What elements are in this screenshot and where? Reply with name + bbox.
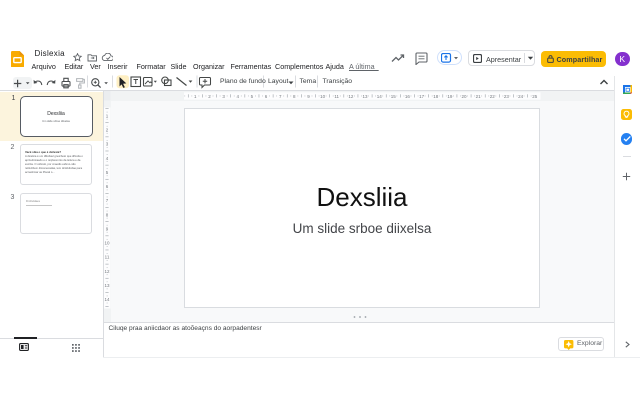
svg-text:23: 23 [504, 94, 510, 99]
svg-text:14: 14 [377, 94, 383, 99]
svg-text:13: 13 [362, 94, 368, 99]
svg-text:22: 22 [490, 94, 496, 99]
svg-text:13: 13 [104, 283, 110, 288]
svg-text:12: 12 [348, 94, 354, 99]
svg-text:14: 14 [104, 297, 110, 302]
svg-text:15: 15 [391, 94, 397, 99]
svg-text:10: 10 [104, 241, 110, 246]
svg-text:10: 10 [320, 94, 326, 99]
svg-text:25: 25 [532, 94, 538, 99]
svg-text:17: 17 [419, 94, 425, 99]
svg-text:16: 16 [405, 94, 411, 99]
svg-text:11: 11 [105, 255, 110, 260]
svg-text:19: 19 [447, 94, 453, 99]
svg-text:21: 21 [476, 94, 482, 99]
svg-text:11: 11 [334, 94, 339, 99]
svg-text:20: 20 [461, 94, 467, 99]
svg-text:18: 18 [433, 94, 439, 99]
svg-text:24: 24 [518, 94, 524, 99]
svg-text:12: 12 [104, 269, 110, 274]
